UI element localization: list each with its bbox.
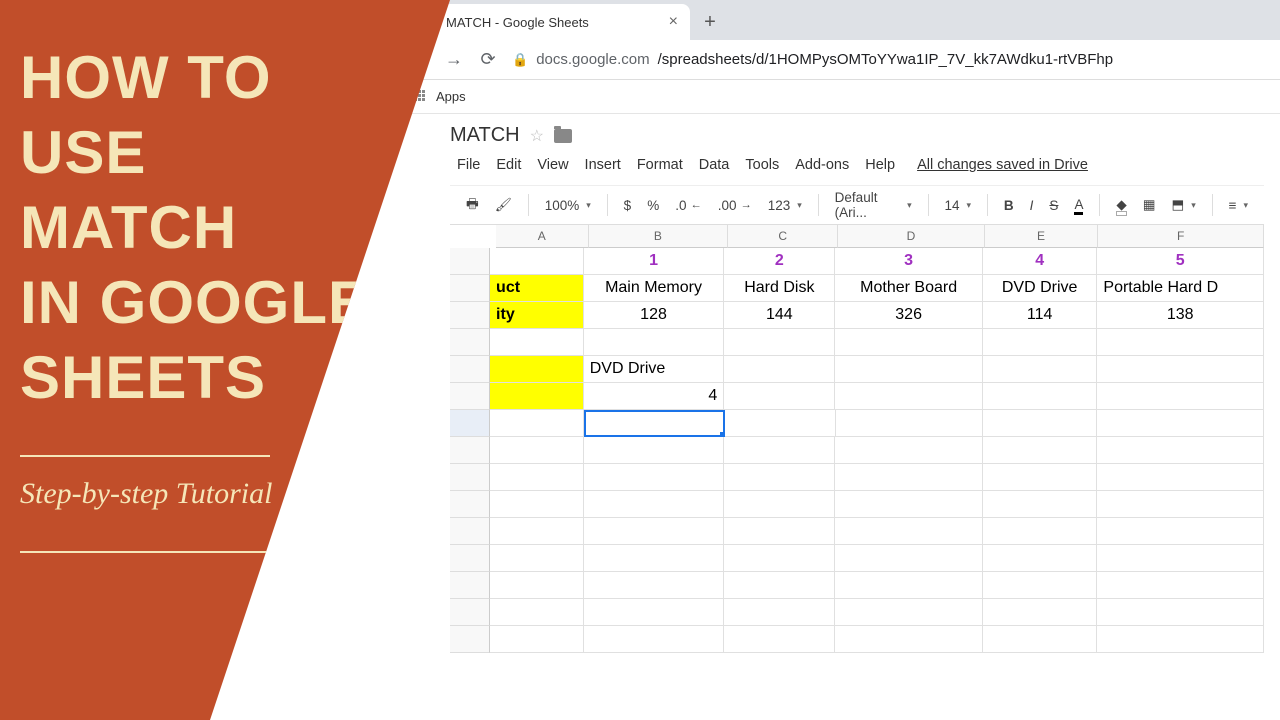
borders-button[interactable]: ▦	[1137, 193, 1162, 217]
paint-format-icon[interactable]: 🖌	[489, 193, 518, 217]
col-header[interactable]: D	[838, 225, 985, 248]
cell[interactable]: 138	[1097, 302, 1264, 329]
overlay-subtitle: Step-by-step Tutorial	[20, 477, 430, 511]
cell[interactable]: 128	[584, 302, 725, 329]
divider	[20, 551, 270, 553]
cell[interactable]	[490, 356, 584, 383]
cell[interactable]: 144	[724, 302, 835, 329]
toolbar: 🖶 🖌 100% $ % .0← .00→ 123 Default (Ari..…	[450, 185, 1264, 225]
currency-button[interactable]: $	[618, 194, 638, 217]
font-size-select[interactable]: 14	[938, 194, 977, 217]
cell[interactable]: 326	[835, 302, 983, 329]
cell[interactable]: Main Memory	[584, 275, 725, 302]
cell[interactable]: Hard Disk	[724, 275, 835, 302]
reload-icon[interactable]: ⟳	[478, 49, 498, 70]
table-row: DVD Drive	[450, 356, 1264, 383]
print-icon[interactable]: 🖶	[460, 190, 485, 221]
bold-button[interactable]: B	[998, 194, 1020, 217]
table-row: uct Main Memory Hard Disk Mother Board D…	[450, 275, 1264, 302]
cell[interactable]: Mother Board	[835, 275, 983, 302]
cell[interactable]: 5	[1097, 248, 1264, 275]
doc-header: MATCH ☆ File Edit View Insert Format Dat…	[400, 114, 1280, 653]
active-cell[interactable]	[584, 410, 725, 437]
cell[interactable]: ity	[490, 302, 584, 329]
col-header[interactable]: A	[496, 225, 589, 248]
menu-format[interactable]: Format	[630, 153, 690, 177]
table-row: ity 128 144 326 114 138	[450, 302, 1264, 329]
cell[interactable]: 4	[584, 383, 725, 410]
apps-label[interactable]: Apps	[436, 89, 466, 104]
browser-tab[interactable]: MATCH - Google Sheets ×	[410, 4, 690, 40]
strikethrough-button[interactable]: S	[1043, 194, 1064, 217]
zoom-select[interactable]: 100%	[539, 194, 597, 217]
tab-bar: MATCH - Google Sheets × +	[400, 0, 1280, 40]
url-path: /spreadsheets/d/1HOMPysOMToYYwa1IP_7V_kk…	[658, 51, 1113, 68]
overlay-title: HOW TO USE MATCH IN GOOGLE SHEETS	[20, 40, 430, 415]
increase-decimal-button[interactable]: .00→	[712, 194, 758, 217]
cell[interactable]: 1	[584, 248, 725, 275]
new-tab-button[interactable]: +	[696, 8, 724, 36]
col-header[interactable]: F	[1098, 225, 1264, 248]
cell[interactable]: DVD Drive	[584, 356, 725, 383]
spreadsheet-grid[interactable]: A B C D E F 1 2 3 4 5 uct	[450, 225, 1264, 653]
percent-button[interactable]: %	[641, 194, 665, 217]
menu-help[interactable]: Help	[858, 153, 902, 177]
url-host: docs.google.com	[536, 51, 649, 68]
bookmarks-bar: Apps	[400, 80, 1280, 114]
col-header[interactable]: B	[589, 225, 729, 248]
menu-data[interactable]: Data	[692, 153, 737, 177]
cell[interactable]: Portable Hard D	[1097, 275, 1264, 302]
save-status: All changes saved in Drive	[910, 153, 1095, 177]
lock-icon: 🔒	[512, 52, 528, 68]
table-row	[450, 410, 1264, 437]
close-tab-icon[interactable]: ×	[669, 13, 678, 31]
menu-addons[interactable]: Add-ons	[788, 153, 856, 177]
cell[interactable]: 114	[983, 302, 1098, 329]
tab-title: MATCH - Google Sheets	[446, 15, 589, 30]
doc-title[interactable]: MATCH	[450, 124, 520, 147]
merge-button[interactable]: ⬒	[1165, 193, 1201, 217]
divider	[20, 455, 270, 457]
forward-icon[interactable]: →	[444, 49, 464, 70]
browser-window: MATCH - Google Sheets × + ← → ⟳ 🔒 docs.g…	[400, 0, 1280, 720]
table-row: 4	[450, 383, 1264, 410]
cell[interactable]: 2	[724, 248, 835, 275]
star-icon[interactable]: ☆	[530, 126, 544, 146]
address-bar: ← → ⟳ 🔒 docs.google.com/spreadsheets/d/1…	[400, 40, 1280, 80]
col-header[interactable]: C	[728, 225, 838, 248]
menu-view[interactable]: View	[530, 153, 575, 177]
menu-bar: File Edit View Insert Format Data Tools …	[450, 153, 1264, 177]
url-field[interactable]: 🔒 docs.google.com/spreadsheets/d/1HOMPys…	[512, 51, 1270, 68]
cell[interactable]	[490, 383, 584, 410]
cell[interactable]: uct	[490, 275, 584, 302]
text-color-button[interactable]: A	[1068, 193, 1089, 218]
title-overlay: HOW TO USE MATCH IN GOOGLE SHEETS Step-b…	[0, 0, 450, 720]
decrease-decimal-button[interactable]: .0←	[669, 194, 708, 217]
col-header[interactable]: E	[985, 225, 1098, 248]
menu-tools[interactable]: Tools	[738, 153, 786, 177]
menu-insert[interactable]: Insert	[578, 153, 628, 177]
cell[interactable]: DVD Drive	[983, 275, 1098, 302]
table-row	[450, 329, 1264, 356]
italic-button[interactable]: I	[1024, 194, 1040, 217]
cell[interactable]: 4	[983, 248, 1098, 275]
font-select[interactable]: Default (Ari...	[829, 186, 918, 224]
folder-icon[interactable]	[554, 129, 572, 143]
menu-edit[interactable]: Edit	[489, 153, 528, 177]
fill-color-button[interactable]: ◆	[1110, 193, 1132, 217]
number-format-button[interactable]: 123	[762, 194, 808, 217]
align-button[interactable]: ≡	[1223, 194, 1254, 217]
cell[interactable]: 3	[835, 248, 983, 275]
menu-file[interactable]: File	[450, 153, 487, 177]
table-row: 1 2 3 4 5	[450, 248, 1264, 275]
